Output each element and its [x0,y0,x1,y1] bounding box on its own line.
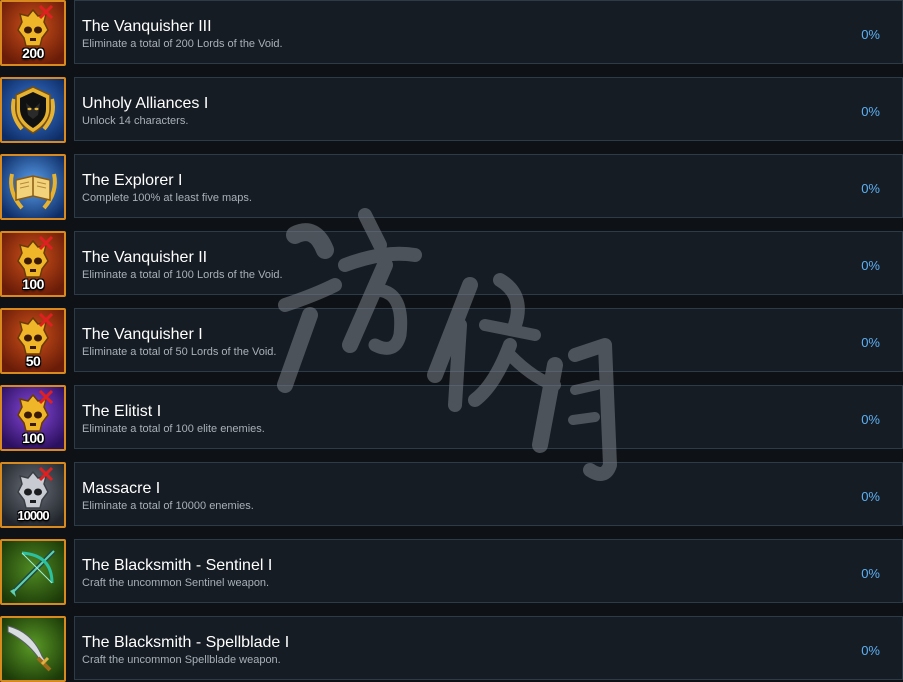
achievement-row[interactable]: 200 The Vanquisher III Eliminate a total… [0,0,903,66]
map-book-laurel-icon [0,154,66,220]
achievement-panel: The Vanquisher II Eliminate a total of 1… [74,231,903,295]
achievement-row[interactable]: 100 The Elitist I Eliminate a total of 1… [0,385,903,451]
achievement-description: Complete 100% at least five maps. [82,192,252,204]
achievement-list: 200 The Vanquisher III Eliminate a total… [0,0,903,682]
achievement-panel: The Vanquisher III Eliminate a total of … [74,0,903,64]
achievement-description: Craft the uncommon Spellblade weapon. [82,654,281,666]
achievement-row[interactable]: The Explorer I Complete 100% at least fi… [0,154,903,220]
skull-crossed-swords-icon: 200 [0,0,66,66]
achievement-title: The Explorer I [82,172,183,189]
achievement-percent: 0% [861,104,880,119]
icon-count-label: 100 [22,276,44,292]
achievement-panel: The Vanquisher I Eliminate a total of 50… [74,308,903,372]
icon-count-label: 50 [25,353,41,369]
achievement-description: Eliminate a total of 100 Lords of the Vo… [82,269,283,281]
achievement-description: Craft the uncommon Sentinel weapon. [82,577,270,589]
achievement-panel: The Blacksmith - Sentinel I Craft the un… [74,539,903,603]
icon-count-label: 200 [22,45,44,61]
achievement-percent: 0% [861,412,880,427]
achievement-percent: 0% [861,335,880,350]
achievement-description: Eliminate a total of 100 elite enemies. [82,423,265,435]
achievement-percent: 0% [861,258,880,273]
crossbow-icon [0,539,66,605]
achievement-title: Unholy Alliances I [82,95,209,112]
achievement-row[interactable]: The Blacksmith - Sentinel I Craft the un… [0,539,903,605]
achievement-row[interactable]: 50 The Vanquisher I Eliminate a total of… [0,308,903,374]
skull-crossed-swords-icon: 50 [0,308,66,374]
achievement-row[interactable]: 10000 Massacre I Eliminate a total of 10… [0,462,903,528]
icon-count-label: 100 [22,430,44,446]
achievement-percent: 0% [861,181,880,196]
skull-crossed-swords-icon: 10000 [0,462,66,528]
curved-sword-icon [0,616,66,682]
achievement-title: The Blacksmith - Sentinel I [82,557,273,574]
achievement-title: The Vanquisher III [82,18,212,35]
achievement-row[interactable]: The Blacksmith - Spellblade I Craft the … [0,616,903,682]
achievement-description: Eliminate a total of 10000 enemies. [82,500,254,512]
achievement-percent: 0% [861,643,880,658]
achievement-description: Eliminate a total of 200 Lords of the Vo… [82,38,283,50]
achievement-title: The Vanquisher II [82,249,208,266]
achievement-description: Unlock 14 characters. [82,115,189,127]
achievement-panel: The Blacksmith - Spellblade I Craft the … [74,616,903,680]
achievement-title: Massacre I [82,480,161,497]
achievement-panel: Massacre I Eliminate a total of 10000 en… [74,462,903,526]
achievement-row[interactable]: Unholy Alliances I Unlock 14 characters.… [0,77,903,143]
achievement-description: Eliminate a total of 50 Lords of the Voi… [82,346,277,358]
icon-count-label: 10000 [17,508,49,523]
achievement-panel: The Elitist I Eliminate a total of 100 e… [74,385,903,449]
skull-crossed-swords-icon: 100 [0,231,66,297]
shield-laurel-icon [0,77,66,143]
achievement-title: The Blacksmith - Spellblade I [82,634,290,651]
achievement-percent: 0% [861,489,880,504]
achievement-title: The Vanquisher I [82,326,203,343]
achievement-title: The Elitist I [82,403,162,420]
skull-crossed-swords-icon: 100 [0,385,66,451]
achievement-percent: 0% [861,566,880,581]
achievement-panel: The Explorer I Complete 100% at least fi… [74,154,903,218]
achievement-panel: Unholy Alliances I Unlock 14 characters.… [74,77,903,141]
achievement-row[interactable]: 100 The Vanquisher II Eliminate a total … [0,231,903,297]
achievement-percent: 0% [861,27,880,42]
